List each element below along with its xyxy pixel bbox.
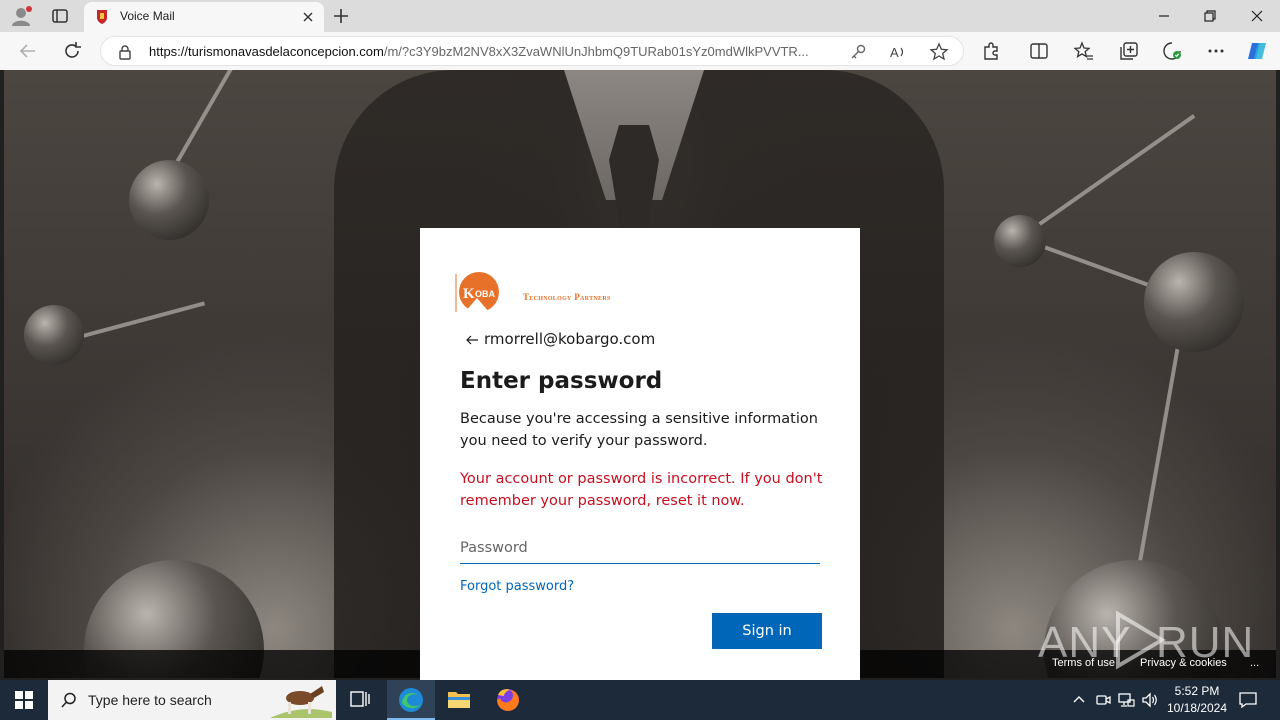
tab-voice-mail[interactable]: Voice Mail [84, 2, 324, 32]
description-text: Because you're accessing a sensitive inf… [460, 411, 818, 449]
lock-icon[interactable] [118, 44, 132, 60]
extensions-icon[interactable] [980, 40, 1002, 62]
url-path: /m/?c3Y9bzM2NV8xX3ZvaWNlUnJhbmQ9TURab01s… [383, 44, 809, 59]
new-tab-icon[interactable] [330, 5, 352, 27]
forgot-password-link[interactable]: Forgot password? [460, 579, 574, 594]
windows-taskbar: Type here to search 5:52 PM 10/18/2024 [0, 680, 1280, 720]
url-text: https://turismonavasdelaconcepcion.com/m… [149, 44, 839, 59]
network-icon[interactable] [1117, 691, 1135, 709]
background-orb [129, 160, 209, 240]
split-screen-icon[interactable] [1028, 40, 1050, 62]
address-bar[interactable]: https://turismonavasdelaconcepcion.com/m… [100, 36, 964, 66]
browser-essentials-icon[interactable] [1161, 40, 1183, 62]
sign-in-button[interactable]: Sign in [712, 613, 822, 649]
profile-icon[interactable] [10, 5, 32, 27]
close-tab-icon[interactable] [300, 9, 316, 25]
favorite-star-icon[interactable] [929, 42, 949, 62]
password-key-icon[interactable] [849, 43, 867, 61]
screen: Voice Mail https://turismonavasdelaconce… [0, 0, 1280, 720]
login-card: K OBA Technology Partners rmorrell@kobar… [420, 228, 860, 680]
more-menu-icon[interactable] [1205, 40, 1227, 62]
taskbar-search-box[interactable]: Type here to search [48, 680, 336, 720]
background-orb [24, 305, 84, 365]
site-favicon-icon [97, 10, 107, 24]
close-window-icon[interactable] [1245, 4, 1269, 28]
notifications-icon[interactable] [1238, 690, 1258, 710]
watermark-right-text: RUN [1156, 618, 1255, 667]
background-rod [78, 301, 206, 339]
clock-time: 5:52 PM [1174, 684, 1220, 698]
task-view-icon[interactable] [336, 680, 384, 720]
copilot-icon[interactable] [1246, 40, 1268, 62]
minimize-icon[interactable] [1152, 4, 1176, 28]
back-icon[interactable] [17, 40, 39, 62]
svg-text:A: A [890, 45, 899, 60]
collections-icon[interactable] [1118, 40, 1140, 62]
search-icon [61, 692, 76, 708]
tab-title: Voice Mail [120, 9, 175, 23]
password-field[interactable] [460, 532, 820, 564]
url-host: https://turismonavasdelaconcepcion.com [149, 44, 384, 59]
meet-now-icon[interactable] [1094, 691, 1112, 709]
volume-icon[interactable] [1141, 691, 1159, 709]
taskbar-search-text: Type here to search [88, 692, 212, 708]
taskbar-edge-app[interactable] [387, 680, 435, 720]
edge-icon [399, 688, 423, 712]
tab-actions-icon[interactable] [50, 6, 70, 26]
browser-tabbar: Voice Mail [0, 0, 1280, 32]
firefox-icon[interactable] [484, 680, 532, 720]
logo-tagline: Technology Partners [523, 292, 611, 302]
page-title: Enter password [460, 368, 663, 394]
favorites-icon[interactable] [1073, 40, 1095, 62]
file-explorer-icon[interactable] [435, 680, 483, 720]
account-email: rmorrell@kobargo.com [484, 330, 656, 348]
clock-date: 10/18/2024 [1166, 701, 1228, 715]
restore-icon[interactable] [1198, 4, 1222, 28]
taskbar-clock[interactable]: 5:52 PM 10/18/2024 [1164, 683, 1230, 717]
error-message: Your account or password is incorrect. I… [460, 471, 823, 509]
background-orb [994, 215, 1046, 267]
browser-navbar: https://turismonavasdelaconcepcion.com/m… [0, 32, 1280, 70]
back-arrow-icon[interactable] [464, 332, 480, 348]
show-hidden-icons-icon[interactable] [1070, 691, 1088, 709]
svg-text:K: K [463, 286, 475, 302]
svg-text:OBA: OBA [475, 289, 496, 299]
windows-start-icon[interactable] [14, 690, 34, 710]
search-highlight-okapi-icon [270, 686, 332, 718]
anyrun-watermark: ANY RUN [1038, 608, 1253, 670]
read-aloud-icon[interactable]: A [889, 43, 907, 61]
refresh-icon[interactable] [61, 40, 83, 62]
background-orb [1144, 252, 1244, 352]
